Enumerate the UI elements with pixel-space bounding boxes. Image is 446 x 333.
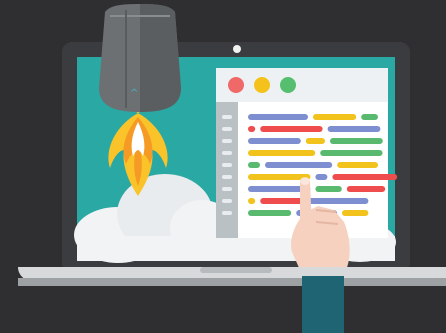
line-number-marker <box>222 175 232 179</box>
code-token <box>330 138 383 144</box>
line-gutter <box>216 102 238 238</box>
minimize-dot-icon <box>254 77 270 93</box>
code-token <box>248 162 260 168</box>
code-token <box>320 150 383 156</box>
laptop-base <box>18 267 446 286</box>
illustration: ^ <box>0 0 446 333</box>
code-token <box>248 114 308 120</box>
line-number-marker <box>222 163 232 167</box>
line-number-marker <box>222 211 232 215</box>
line-number-marker <box>222 187 232 191</box>
code-token <box>248 150 316 156</box>
code-token <box>327 126 381 132</box>
code-token <box>315 186 342 192</box>
webcam-icon <box>233 45 241 53</box>
code-token <box>361 114 378 120</box>
fingernail <box>300 177 310 185</box>
code-token <box>308 198 369 204</box>
code-token <box>313 114 357 120</box>
code-token <box>346 186 386 192</box>
code-token <box>248 198 256 204</box>
code-token <box>248 138 301 144</box>
maximize-dot-icon <box>280 77 296 93</box>
code-token <box>248 126 256 132</box>
code-token <box>265 162 333 168</box>
line-number-marker <box>222 199 232 203</box>
code-token <box>260 126 323 132</box>
close-dot-icon <box>228 77 244 93</box>
line-number-marker <box>222 151 232 155</box>
gutter-markers <box>222 115 232 215</box>
rocket-launch-coding-illustration: ^ <box>0 0 446 333</box>
rocket: ^ <box>99 4 181 112</box>
sleeve-front <box>302 276 344 333</box>
code-token <box>342 210 369 216</box>
code-token <box>332 174 398 180</box>
trackpad-notch <box>200 267 272 273</box>
code-token <box>305 138 325 144</box>
code-token <box>337 162 378 168</box>
code-token <box>260 198 304 204</box>
line-number-marker <box>222 115 232 119</box>
line-number-marker <box>222 127 232 131</box>
rocket-chevron-icon: ^ <box>130 88 138 99</box>
deck-edge <box>18 278 446 286</box>
line-number-marker <box>222 139 232 143</box>
code-token <box>315 174 328 180</box>
code-token <box>248 210 292 216</box>
rocket-body-shade <box>140 4 181 112</box>
